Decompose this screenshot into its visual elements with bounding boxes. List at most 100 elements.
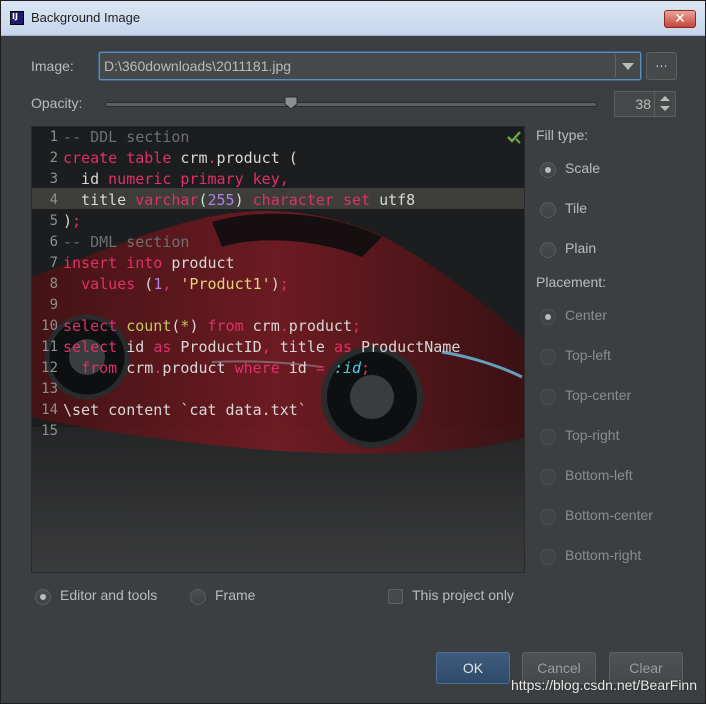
code-token: ; (352, 317, 362, 335)
code-token: values (81, 275, 145, 293)
preview-editor: 1 2 3 4 5 6 7 8 9 10 11 12 13 14 15 -- DDL section crea… (31, 126, 525, 573)
code-token: numeric primary key, (108, 170, 289, 188)
code-line[interactable]: select id as ProductID, title as Product… (63, 338, 460, 356)
placement-top-left-label[interactable]: Top-left (565, 347, 611, 363)
code-token: ) (270, 275, 280, 293)
frame-label[interactable]: Frame (215, 587, 255, 603)
code-line[interactable]: insert into product (63, 254, 235, 272)
code-line[interactable]: ); (63, 212, 81, 230)
radio-placement-bottom-right[interactable] (540, 549, 556, 565)
code-token: id (288, 359, 316, 377)
opacity-spinner[interactable]: 38 (614, 91, 676, 117)
image-path-value[interactable]: D:\360downloads\2011181.jpg (104, 58, 291, 74)
fill-plain-label[interactable]: Plain (565, 240, 596, 256)
code-token: ProductID (180, 338, 262, 356)
background-image-dialog: Background Image ✕ Image: D:\360download… (0, 0, 706, 704)
fill-tile-label[interactable]: Tile (565, 200, 587, 216)
code-token: ) (234, 191, 253, 209)
radio-editor-and-tools[interactable] (35, 589, 51, 605)
radio-fill-plain[interactable] (540, 242, 556, 258)
opacity-label: Opacity: (31, 95, 83, 111)
placement-top-right-label[interactable]: Top-right (565, 427, 619, 443)
code-token: as (153, 338, 181, 356)
fill-type-label: Fill type: (536, 127, 589, 143)
line-number: 3 (49, 171, 58, 187)
radio-placement-bottom-center[interactable] (540, 509, 556, 525)
this-project-only-checkbox[interactable] (388, 589, 403, 604)
spinner-buttons[interactable] (654, 92, 675, 116)
code-token: id (63, 170, 109, 188)
browse-button[interactable]: ... (646, 52, 677, 80)
opacity-slider-track[interactable] (105, 102, 597, 107)
code-token: from (207, 317, 253, 335)
code-line[interactable]: -- DDL section (63, 128, 189, 146)
this-project-only-label[interactable]: This project only (412, 587, 514, 603)
spinner-down-icon[interactable] (660, 106, 670, 111)
code-line[interactable]: values (1, 'Product1'); (63, 275, 289, 293)
watermark-text: https://blog.csdn.net/BearFinn (511, 677, 697, 693)
placement-bottom-left-label[interactable]: Bottom-left (565, 467, 633, 483)
code-token: 255 (207, 191, 235, 209)
code-token: product (162, 359, 235, 377)
code-token: select (63, 317, 127, 335)
code-token: title (279, 338, 334, 356)
code-line[interactable]: title varchar(255) character set utf8 (63, 191, 415, 209)
inspection-ok-icon (507, 131, 521, 144)
close-button[interactable]: ✕ (664, 10, 696, 28)
fill-scale-label[interactable]: Scale (565, 160, 600, 176)
line-number: 12 (41, 360, 58, 376)
radio-placement-center[interactable] (540, 309, 556, 325)
code-token: character set (252, 191, 380, 209)
image-path-combobox[interactable]: D:\360downloads\2011181.jpg (99, 52, 641, 80)
code-token: product ( (216, 149, 298, 167)
code-token: id (126, 338, 154, 356)
code-token: where (234, 359, 289, 377)
code-token: :id (333, 359, 362, 377)
line-number: 4 (49, 192, 58, 208)
ok-button[interactable]: OK (436, 652, 510, 684)
code-token: ProductName (361, 338, 461, 356)
spinner-up-icon[interactable] (660, 96, 670, 101)
radio-fill-scale[interactable] (540, 162, 556, 178)
code-token: ; (279, 275, 289, 293)
editor-and-tools-label[interactable]: Editor and tools (60, 587, 157, 603)
radio-placement-top-right[interactable] (540, 429, 556, 445)
radio-placement-bottom-left[interactable] (540, 469, 556, 485)
radio-frame[interactable] (190, 589, 206, 605)
opacity-slider-thumb[interactable] (284, 96, 298, 110)
code-token: product (171, 254, 235, 272)
line-number: 8 (49, 276, 58, 292)
placement-label: Placement: (536, 274, 607, 290)
placement-bottom-right-label[interactable]: Bottom-right (565, 547, 641, 563)
code-token: ( (198, 191, 208, 209)
line-number: 15 (41, 423, 58, 439)
code-line[interactable]: -- DML section (63, 233, 189, 251)
code-line[interactable]: create table crm.product ( (63, 149, 298, 167)
code-line[interactable]: \set content `cat data.txt` (63, 401, 307, 419)
code-token: = (315, 359, 334, 377)
code-token: crm (126, 359, 154, 377)
combo-separator (615, 55, 616, 77)
code-line[interactable]: id numeric primary key, (63, 170, 289, 188)
placement-top-center-label[interactable]: Top-center (565, 387, 631, 403)
dropdown-arrow-icon[interactable] (622, 63, 634, 70)
placement-center-label[interactable]: Center (565, 307, 607, 323)
code-token: ) (63, 212, 73, 230)
opacity-value[interactable]: 38 (635, 96, 651, 112)
code-token: utf8 (379, 191, 416, 209)
placement-bottom-center-label[interactable]: Bottom-center (565, 507, 653, 523)
title-bar: Background Image ✕ (1, 1, 705, 36)
code-line[interactable]: from crm.product where id = :id; (63, 359, 370, 377)
code-token: crm (252, 317, 280, 335)
radio-fill-tile[interactable] (540, 202, 556, 218)
line-number: 9 (49, 297, 58, 313)
code-token: count (126, 317, 172, 335)
code-token: -- DML section (63, 233, 190, 251)
code-line[interactable]: select count(*) from crm.product; (63, 317, 361, 335)
code-token: -- DDL section (63, 128, 190, 146)
line-number: 5 (49, 213, 58, 229)
radio-placement-top-center[interactable] (540, 389, 556, 405)
radio-placement-top-left[interactable] (540, 349, 556, 365)
